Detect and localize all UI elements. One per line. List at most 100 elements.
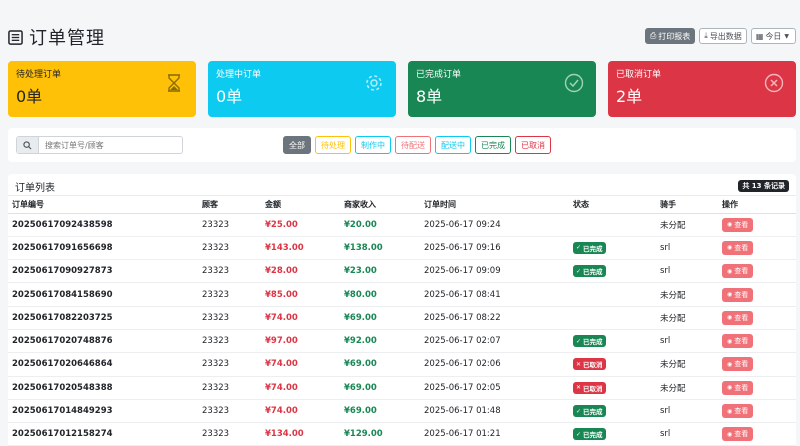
- order-number-cell: 20250617091656698: [8, 236, 198, 261]
- view-button[interactable]: ◉ 查看: [722, 240, 754, 255]
- table-row: 20250617020748876 23323 ¥97.00 ¥92.00 2025-0…: [8, 329, 796, 354]
- rider-cell: srl: [656, 399, 718, 424]
- table-row: 20250617012158274 23323 ¥134.00 ¥129.00 2025…: [8, 422, 796, 446]
- view-button[interactable]: ◉ 查看: [722, 287, 754, 302]
- view-button[interactable]: ◉ 查看: [722, 217, 754, 232]
- amount-cell: ¥74.00: [261, 399, 340, 424]
- customer-cell: 23323: [198, 376, 261, 400]
- export-data-button[interactable]: ⤓ 导出数据: [699, 28, 747, 44]
- page-title: 订单管理: [29, 28, 105, 49]
- rider-cell: srl: [656, 259, 718, 284]
- orders-table: 订单编号 顾客 金额 商家收入 订单时间 状态 骑手 操作 20250617092438598…: [8, 196, 796, 446]
- rider-cell: srl: [656, 422, 718, 446]
- view-label: 查看: [734, 220, 749, 229]
- order-number-cell: 20250617082203725: [8, 306, 198, 330]
- customer-cell: 23323: [198, 352, 261, 377]
- stats-cards: 待处理订单 0单 处理中订单 0单 已完成订单 8单 已取消订单 2单: [8, 61, 796, 117]
- search-button[interactable]: [17, 137, 39, 153]
- search-box: [16, 136, 183, 154]
- view-button[interactable]: ◉ 查看: [722, 404, 754, 419]
- panel-header: 订单列表 共 13 条记录: [8, 174, 796, 196]
- income-cell: ¥69.00: [340, 376, 420, 400]
- search-icon: [23, 140, 32, 149]
- view-button[interactable]: ◉ 查看: [722, 334, 754, 349]
- status-label: 已完成: [583, 408, 603, 417]
- rider-cell: 未分配: [656, 213, 718, 237]
- status-label: 已完成: [583, 268, 603, 277]
- x-circle-icon: [764, 73, 784, 93]
- stat-value: 0单: [16, 87, 43, 106]
- page-header: 订单管理 ⎙ 打印报表 ⤓ 导出数据 ▦ 今日 ▼: [8, 24, 796, 50]
- filter-button[interactable]: 待处理: [315, 136, 351, 154]
- status-cell: ✓ 已完成: [569, 422, 656, 446]
- stat-value: 0单: [216, 87, 243, 106]
- view-button[interactable]: ◉ 查看: [722, 427, 754, 442]
- income-cell: ¥92.00: [340, 329, 420, 354]
- eye-icon: ◉: [727, 244, 733, 252]
- filter-button[interactable]: 配送中: [435, 136, 471, 154]
- filter-button[interactable]: 待配送: [395, 136, 431, 154]
- order-number-cell: 20250617090927873: [8, 259, 198, 284]
- status-label: 已完成: [583, 431, 603, 440]
- status-badge: ✕ 已取消: [573, 358, 606, 371]
- status-cell: ✓ 已完成: [569, 236, 656, 261]
- eye-icon: ◉: [727, 267, 733, 275]
- order-number-cell: 20250617084158690: [8, 282, 198, 307]
- rider-cell: 未分配: [656, 376, 718, 400]
- check-icon: ✓: [576, 267, 582, 275]
- print-report-button[interactable]: ⎙ 打印报表: [644, 28, 696, 44]
- income-cell: ¥80.00: [340, 282, 420, 307]
- order-number-cell: 20250617092438598: [8, 213, 198, 237]
- rider-cell: 未分配: [656, 352, 718, 377]
- table-body: 20250617092438598 23323 ¥25.00 ¥20.00 2025-0…: [8, 213, 796, 446]
- order-time-cell: 2025-06-17 08:22: [420, 306, 569, 330]
- status-label: 已完成: [583, 244, 603, 253]
- stat-label: 处理中订单: [216, 70, 262, 80]
- order-time-cell: 2025-06-17 02:06: [420, 352, 569, 377]
- amount-cell: ¥28.00: [261, 259, 340, 284]
- check-icon: ✓: [576, 244, 582, 252]
- column-header: 金额: [261, 196, 340, 214]
- customer-cell: 23323: [198, 399, 261, 424]
- action-cell: ◉ 查看: [718, 282, 796, 307]
- filter-button[interactable]: 制作中: [355, 136, 391, 154]
- search-input[interactable]: [39, 137, 182, 153]
- check-icon: ✓: [576, 430, 582, 438]
- action-cell: ◉ 查看: [718, 213, 796, 237]
- action-cell: ◉ 查看: [718, 329, 796, 354]
- filter-bar: 全部待处理制作中待配送配送中已完成已取消: [8, 128, 796, 162]
- view-label: 查看: [734, 290, 749, 299]
- stat-value: 8单: [416, 87, 443, 106]
- status-cell: ✕ 已取消: [569, 352, 656, 377]
- customer-cell: 23323: [198, 306, 261, 330]
- action-cell: ◉ 查看: [718, 422, 796, 446]
- filter-button[interactable]: 全部: [283, 136, 311, 154]
- view-button[interactable]: ◉ 查看: [722, 264, 754, 279]
- status-cell: ✓ 已完成: [569, 259, 656, 284]
- order-time-cell: 2025-06-17 01:48: [420, 399, 569, 424]
- table-header-row: 订单编号 顾客 金额 商家收入 订单时间 状态 骑手 操作: [8, 196, 796, 214]
- view-button[interactable]: ◉ 查看: [722, 357, 754, 372]
- close-icon: ✕: [576, 384, 582, 392]
- title-wrap: 订单管理: [8, 24, 105, 50]
- order-list-panel: 订单列表 共 13 条记录 订单编号 顾客 金额 商家收入 订单时间 状态 骑手 操作 202…: [8, 174, 796, 446]
- view-label: 查看: [734, 383, 749, 392]
- rider-cell: srl: [656, 329, 718, 354]
- stat-card-completed: 已完成订单 8单: [408, 61, 596, 117]
- amount-cell: ¥85.00: [261, 282, 340, 307]
- column-header: 操作: [718, 196, 796, 214]
- customer-cell: 23323: [198, 422, 261, 446]
- check-icon: ✓: [576, 337, 582, 345]
- order-time-cell: 2025-06-17 02:07: [420, 329, 569, 354]
- amount-cell: ¥134.00: [261, 422, 340, 446]
- customer-cell: 23323: [198, 282, 261, 307]
- view-button[interactable]: ◉ 查看: [722, 310, 754, 325]
- column-header: 顾客: [198, 196, 261, 214]
- view-button[interactable]: ◉ 查看: [722, 380, 754, 395]
- status-badge: ✓ 已完成: [573, 405, 606, 418]
- stat-label: 已取消订单: [616, 70, 662, 80]
- table-row: 20250617014849293 23323 ¥74.00 ¥69.00 2025-0…: [8, 399, 796, 424]
- filter-button[interactable]: 已完成: [475, 136, 511, 154]
- date-range-dropdown[interactable]: ▦ 今日 ▼: [750, 28, 796, 44]
- filter-button[interactable]: 已取消: [515, 136, 551, 154]
